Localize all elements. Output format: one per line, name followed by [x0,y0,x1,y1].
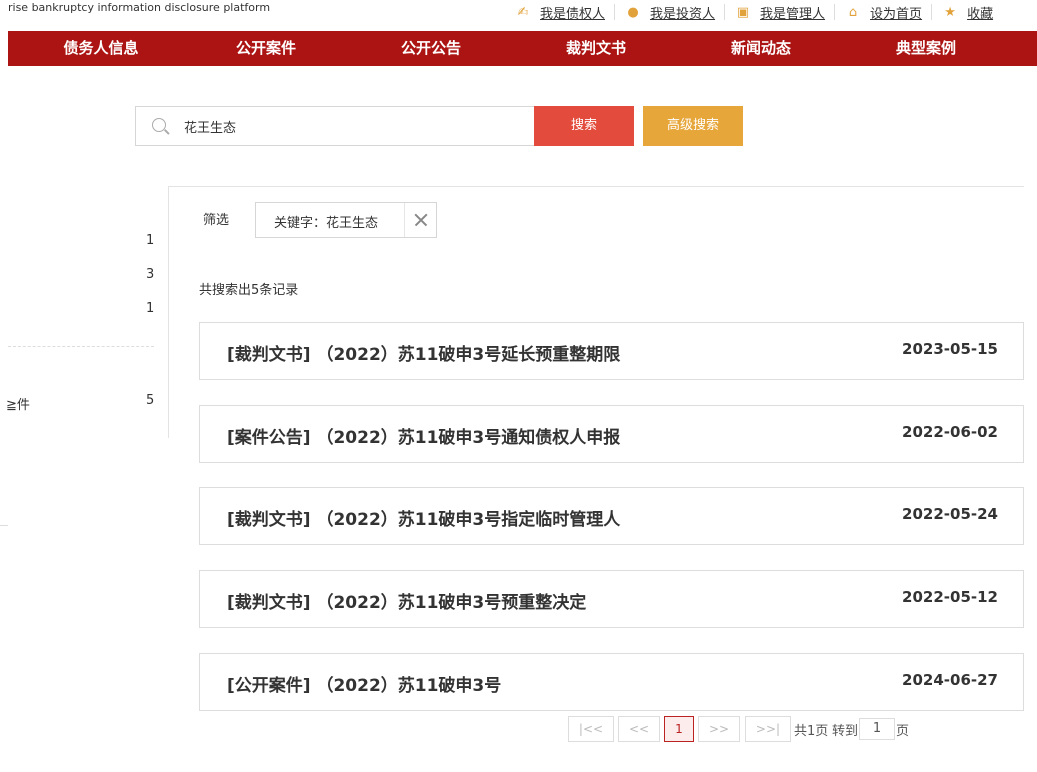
nav-news[interactable]: 新闻动态 [731,31,791,66]
set-homepage-link[interactable]: ⌂ 设为首页 [834,4,931,22]
search-button[interactable]: 搜索 [534,106,634,146]
result-row[interactable]: [裁判文书] （2022）苏11破申3号延长预重整期限 2023-05-15 [199,322,1024,380]
result-row[interactable]: [裁判文书] （2022）苏11破申3号预重整决定 2022-05-12 [199,570,1024,628]
current-page-button[interactable]: 1 [664,716,694,742]
sidebar-count[interactable]: 1 [146,301,154,316]
close-icon[interactable] [404,203,437,237]
result-title: [裁判文书] （2022）苏11破申3号指定临时管理人 [227,510,621,530]
result-count: 共搜索出5条记录 [199,283,299,298]
page-suffix: 页 [896,724,910,739]
result-date: 2024-06-27 [902,671,998,689]
star-icon: ★ [944,4,956,20]
sidebar-bottom-border [0,525,8,526]
home-icon: ⌂ [848,4,858,20]
sidebar-count[interactable]: 3 [146,267,154,282]
total-pages: 共1页 [794,724,829,739]
nav-public-cases[interactable]: 公开案件 [236,31,296,66]
favorite-label: 收藏 [967,6,994,22]
result-date: 2022-05-12 [902,588,998,606]
main-nav: 债务人信息 公开案件 公开公告 裁判文书 新闻动态 典型案例 [8,31,1037,66]
search-box [135,106,535,146]
creditor-link-label: 我是债权人 [540,6,606,22]
nav-typical-cases[interactable]: 典型案例 [896,31,956,66]
nav-public-announcements[interactable]: 公开公告 [401,31,461,66]
result-date: 2022-05-24 [902,505,998,523]
prev-page-button[interactable]: << [618,716,660,742]
filter-label: 筛选 [203,213,230,228]
sidebar-separator [8,346,154,347]
last-page-button[interactable]: >>| [745,716,791,742]
investor-link-label: 我是投资人 [650,6,716,22]
result-date: 2023-05-15 [902,340,998,358]
investor-icon: ● [627,4,639,20]
first-page-button[interactable]: |<< [568,716,614,742]
keyword-filter-chip: 关键字：花王生态 [255,202,437,238]
goto-page-input[interactable]: 1 [859,718,895,740]
investor-link[interactable]: ● 我是投资人 [614,4,724,22]
nav-judgments[interactable]: 裁判文书 [566,31,626,66]
result-title: [公开案件] （2022）苏11破申3号 [227,676,502,696]
top-links: ✍ 我是债权人 ● 我是投资人 ▣ 我是管理人 ⌂ 设为首页 ★ 收藏 [505,0,1002,24]
administrator-link[interactable]: ▣ 我是管理人 [724,4,834,22]
set-homepage-label: 设为首页 [870,6,923,22]
creditor-link[interactable]: ✍ 我是债权人 [505,4,614,22]
creditor-icon: ✍ [517,4,529,20]
result-date: 2022-06-02 [902,423,998,441]
search-input[interactable] [184,115,514,137]
sidebar-count[interactable]: 5 [146,393,154,408]
favorite-link[interactable]: ★ 收藏 [931,4,1002,22]
site-name: rise bankruptcy information disclosure p… [8,1,271,14]
nav-debtor-info[interactable]: 债务人信息 [63,31,138,66]
next-page-button[interactable]: >> [698,716,740,742]
administrator-link-label: 我是管理人 [760,6,826,22]
advanced-search-button[interactable]: 高级搜索 [643,106,743,146]
results-top-border [168,186,1024,187]
search-icon [152,118,166,132]
goto-label: 转到 [832,724,859,739]
sidebar-divider [168,186,169,438]
sidebar-item-label[interactable]: ≧件 [6,394,30,413]
result-row[interactable]: [公开案件] （2022）苏11破申3号 2024-06-27 [199,653,1024,711]
administrator-icon: ▣ [736,4,750,20]
result-title: [裁判文书] （2022）苏11破申3号预重整决定 [227,593,587,613]
result-row[interactable]: [裁判文书] （2022）苏11破申3号指定临时管理人 2022-05-24 [199,487,1024,545]
sidebar-count[interactable]: 1 [146,233,154,248]
result-title: [案件公告] （2022）苏11破申3号通知债权人申报 [227,428,621,448]
result-row[interactable]: [案件公告] （2022）苏11破申3号通知债权人申报 2022-06-02 [199,405,1024,463]
keyword-chip-label: 关键字：花王生态 [274,216,379,231]
result-title: [裁判文书] （2022）苏11破申3号延长预重整期限 [227,345,621,365]
